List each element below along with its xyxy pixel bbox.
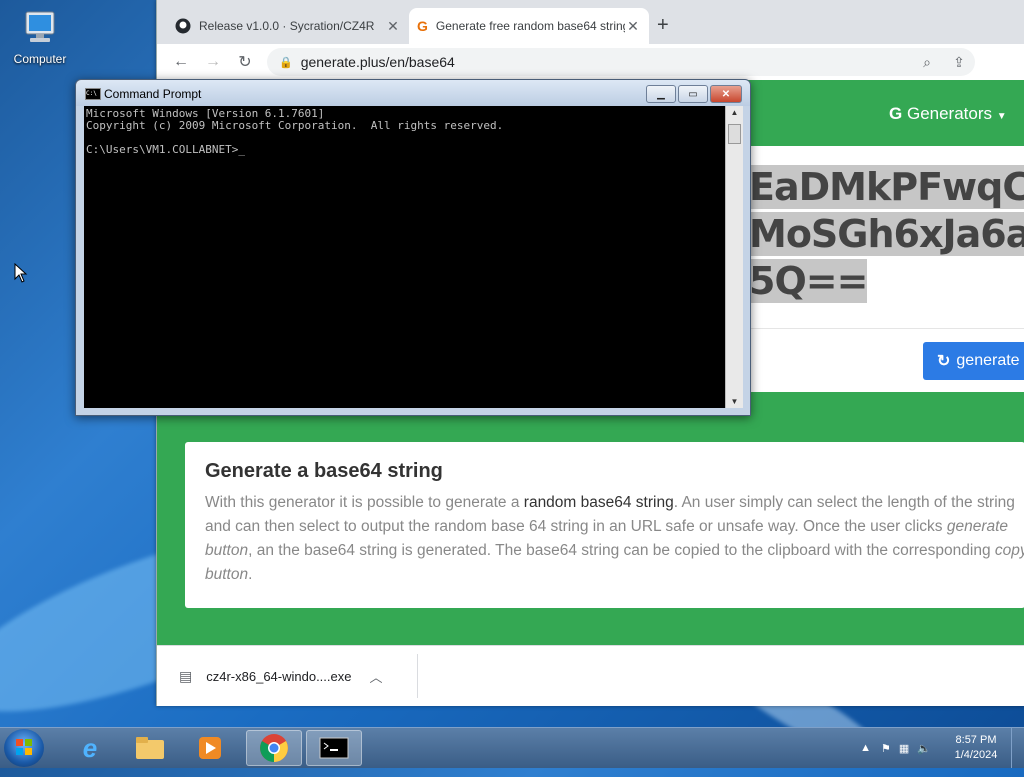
action-center-flag-icon[interactable]: ⚑ (881, 742, 891, 755)
result-line: EaDMkPFwqCH (749, 165, 1024, 209)
scroll-thumb[interactable] (728, 124, 741, 144)
close-button[interactable]: ✕ (710, 85, 742, 103)
browser-toolbar: ← → ↻ 🔒 generate.plus/en/base64 ⌕ ⇪ (157, 44, 1024, 81)
console-scrollbar[interactable]: ▲ ▼ (725, 106, 743, 408)
info-card: Generate a base64 string With this gener… (185, 442, 1024, 608)
share-icon[interactable]: ⇪ (943, 54, 975, 71)
internet-explorer-taskbar-button[interactable]: e (62, 730, 118, 766)
tab-title: Release v1.0.0 · Sycration/CZ4R (199, 19, 375, 33)
computer-label: Computer (13, 52, 67, 66)
close-tab-icon[interactable]: ✕ (385, 18, 401, 35)
scroll-up-arrow-icon[interactable]: ▲ (726, 108, 743, 117)
download-bar: ▤ cz4r-x86_64-windo....exe ︿ (157, 645, 1024, 706)
system-tray: ▲ ⚑ ▦ 🔈 8:57 PM 1/4/2024 (860, 728, 1024, 768)
media-player-icon (199, 737, 221, 759)
cmd-icon: C:\ (85, 88, 101, 100)
generators-label: Generators (906, 104, 993, 123)
folder-icon (136, 737, 164, 759)
new-tab-button[interactable]: + (657, 14, 669, 37)
volume-icon[interactable]: 🔈 (917, 742, 931, 755)
clock[interactable]: 8:57 PM 1/4/2024 (941, 733, 1011, 763)
computer-desktop-icon[interactable]: Computer (8, 8, 72, 66)
media-player-taskbar-button[interactable] (182, 730, 238, 766)
scroll-down-arrow-icon[interactable]: ▼ (726, 397, 743, 406)
download-filename: cz4r-x86_64-windo....exe (206, 668, 352, 684)
file-icon: ▤ (179, 667, 193, 684)
chevron-up-icon[interactable]: ︿ (369, 667, 382, 686)
maximize-button[interactable]: ▭ (678, 85, 708, 103)
generators-menu[interactable]: G Generators ▼ (889, 104, 1007, 124)
github-icon (175, 18, 191, 34)
clock-date: 1/4/2024 (954, 749, 998, 761)
console-text: Microsoft Windows [Version 6.1.7601] Copy… (86, 108, 503, 156)
caret-down-icon: ▼ (996, 111, 1007, 122)
address-bar[interactable]: 🔒 generate.plus/en/base64 ⌕ ⇪ (267, 48, 975, 76)
internet-explorer-icon: e (82, 732, 98, 763)
chrome-icon (260, 734, 288, 762)
minimize-button[interactable]: ▁ (646, 85, 676, 103)
download-item[interactable]: ▤ cz4r-x86_64-windo....exe ︿ (157, 654, 418, 698)
forward-arrow-icon[interactable]: → (197, 53, 229, 71)
computer-icon (20, 8, 60, 48)
chrome-taskbar-button[interactable] (246, 730, 302, 766)
console-line: Copyright (c) 2009 Microsoft Corporation… (86, 119, 504, 132)
windows-logo-icon (16, 739, 32, 755)
cmd-icon (319, 737, 349, 759)
command-prompt-window[interactable]: C:\ Command Prompt ▁ ▭ ✕ Microsoft Windo… (75, 79, 751, 416)
result-line: 5Q== (749, 259, 868, 303)
tab-strip: Release v1.0.0 · Sycration/CZ4R ✕ G Gene… (157, 0, 1024, 44)
generate-label: generate (956, 352, 1020, 369)
close-tab-icon[interactable]: ✕ (625, 18, 641, 35)
generate-button[interactable]: ↻ generate (923, 342, 1024, 380)
cmd-title: Command Prompt (104, 87, 202, 101)
generated-base64-output[interactable]: EaDMkPFwqCH MoSGh6xJa6ac 5Q== (749, 164, 1024, 305)
cmd-taskbar-button[interactable] (306, 730, 362, 766)
url-text: generate.plus/en/base64 (300, 54, 455, 70)
generators-logo-icon: G (889, 104, 903, 123)
info-description: With this generator it is possible to ge… (205, 494, 1024, 583)
tab-github-release[interactable]: Release v1.0.0 · Sycration/CZ4R ✕ (167, 8, 409, 44)
cmd-title-bar[interactable]: C:\ Command Prompt ▁ ▭ ✕ (76, 80, 750, 106)
refresh-icon: ↻ (937, 353, 951, 370)
show-hidden-icons-icon[interactable]: ▲ (860, 742, 871, 754)
console-area[interactable]: Microsoft Windows [Version 6.1.7601] Copy… (84, 106, 743, 408)
info-title: Generate a base64 string (205, 460, 443, 482)
tab-title: Generate free random base64 string (435, 19, 625, 33)
tab-generate-base64[interactable]: G Generate free random base64 string ✕ (409, 8, 649, 44)
result-line: MoSGh6xJa6ac (749, 212, 1024, 256)
reload-icon[interactable]: ↻ (229, 52, 261, 72)
back-arrow-icon[interactable]: ← (165, 53, 197, 71)
lock-icon: 🔒 (279, 56, 293, 69)
clock-time: 8:57 PM (955, 734, 997, 746)
mouse-cursor-icon (14, 263, 28, 283)
taskbar: e ▲ ⚑ ▦ 🔈 8:57 PM 1/4/2024 (0, 727, 1024, 768)
console-prompt: C:\Users\VM1.COLLABNET>_ (86, 143, 245, 156)
generate-plus-favicon-icon: G (417, 18, 428, 34)
start-button[interactable] (4, 729, 44, 767)
explorer-taskbar-button[interactable] (122, 730, 178, 766)
network-icon[interactable]: ▦ (899, 742, 909, 755)
search-icon[interactable]: ⌕ (911, 54, 943, 71)
show-desktop-button[interactable] (1011, 728, 1024, 768)
